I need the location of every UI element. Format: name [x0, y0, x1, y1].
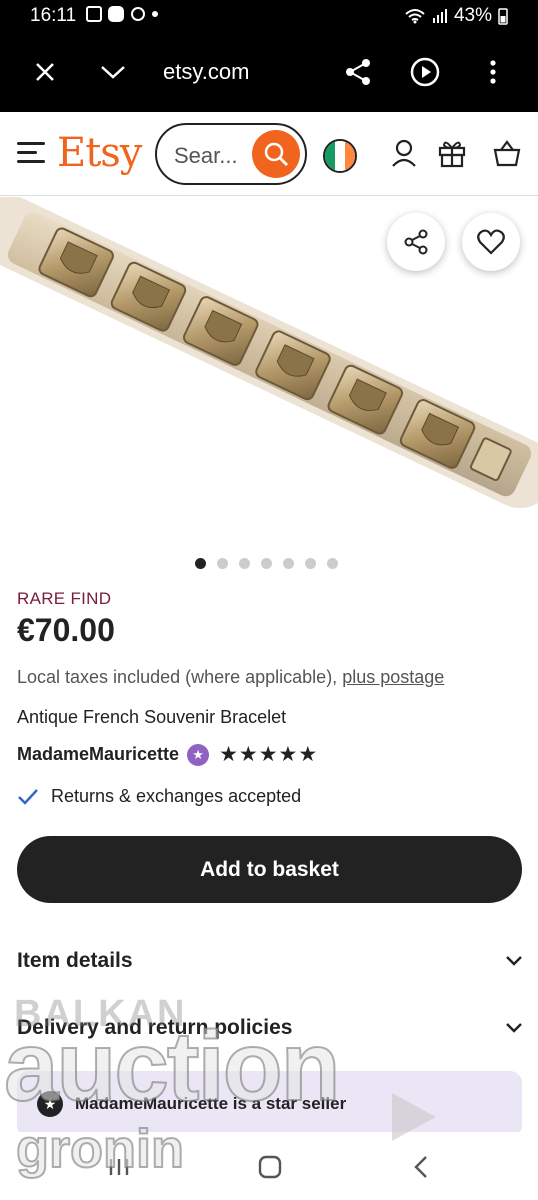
chevron-down-icon: [506, 956, 522, 966]
carousel-dot[interactable]: [283, 558, 294, 569]
product-image[interactable]: [0, 196, 538, 537]
delivery-label: Delivery and return policies: [17, 1016, 293, 1039]
search-placeholder: Sear...: [174, 143, 238, 168]
star-seller-badge-icon: ★: [37, 1091, 63, 1117]
carousel-dot[interactable]: [239, 558, 250, 569]
etsy-logo[interactable]: Etsy: [57, 130, 142, 176]
dot-icon: [152, 11, 158, 17]
star-seller-text: MadameMauricette is a star seller: [75, 1094, 347, 1113]
item-details-toggle[interactable]: Item details: [17, 941, 522, 981]
carousel-dot[interactable]: [195, 558, 206, 569]
menu-icon[interactable]: [17, 142, 45, 164]
add-to-basket-button[interactable]: Add to basket: [17, 836, 522, 903]
star-seller-banner[interactable]: ★ MadameMauricette is a star seller: [17, 1071, 522, 1132]
account-icon[interactable]: [388, 136, 420, 170]
favorite-button[interactable]: [462, 213, 520, 271]
listing-title: Antique French Souvenir Bracelet: [17, 707, 287, 727]
basket-icon[interactable]: [491, 136, 523, 170]
delivery-policies-toggle[interactable]: Delivery and return policies: [17, 1008, 522, 1048]
battery-icon: [498, 8, 508, 25]
page: Etsy Sear... RARE FIND €70.00 Local taxe…: [0, 112, 538, 1132]
close-icon[interactable]: [27, 54, 63, 90]
carousel-dot[interactable]: [305, 558, 316, 569]
etsy-header: Etsy Sear...: [0, 112, 538, 196]
share-button[interactable]: [387, 213, 445, 271]
url-text[interactable]: etsy.com: [163, 59, 249, 85]
item-details-label: Item details: [17, 949, 133, 972]
signal-icon: [432, 9, 447, 23]
search-icon: [264, 142, 288, 166]
android-nav-bar: [0, 1132, 538, 1200]
taxes-note: Local taxes included (where applicable),…: [17, 667, 444, 688]
image-icon: [86, 6, 102, 22]
app-icon: [131, 7, 145, 21]
chevron-down-icon: [506, 1023, 522, 1033]
battery-percent: 43%: [453, 5, 492, 26]
heart-icon: [477, 229, 505, 255]
ireland-flag-icon[interactable]: [323, 139, 357, 173]
wifi-icon: [405, 9, 425, 24]
returns-row: Returns & exchanges accepted: [17, 786, 301, 807]
postage-link[interactable]: plus postage: [342, 667, 444, 687]
share-icon: [404, 229, 428, 255]
recent-apps-icon[interactable]: [104, 1152, 134, 1182]
price: €70.00: [17, 612, 115, 648]
carousel-dot[interactable]: [217, 558, 228, 569]
play-icon[interactable]: [407, 54, 443, 90]
rating-stars[interactable]: ★★★★★: [219, 742, 318, 767]
share-icon[interactable]: [340, 54, 376, 90]
carousel-dot[interactable]: [261, 558, 272, 569]
check-icon: [18, 788, 38, 805]
youtube-icon: [108, 6, 124, 22]
taxes-text: Local taxes included (where applicable),: [17, 667, 338, 687]
notification-icons: [86, 6, 158, 22]
browser-toolbar: etsy.com: [0, 32, 538, 112]
more-icon[interactable]: [475, 54, 511, 90]
seller-row: MadameMauricette ★ ★★★★★: [17, 742, 318, 767]
chevron-down-icon[interactable]: [95, 54, 131, 90]
back-icon[interactable]: [406, 1152, 436, 1182]
system-icons: 43%: [404, 5, 508, 27]
returns-text: Returns & exchanges accepted: [51, 786, 302, 806]
search-input[interactable]: Sear...: [155, 123, 307, 185]
star-seller-icon: ★: [187, 743, 210, 766]
carousel-dots[interactable]: [195, 558, 338, 569]
home-icon[interactable]: [255, 1152, 285, 1182]
search-button[interactable]: [252, 130, 300, 178]
gift-icon[interactable]: [436, 136, 468, 170]
seller-name[interactable]: MadameMauricette: [17, 744, 179, 765]
carousel-dot[interactable]: [327, 558, 338, 569]
status-bar: 16:11 43%: [0, 0, 538, 32]
rare-find-badge: RARE FIND: [17, 589, 112, 608]
status-time: 16:11: [30, 5, 77, 26]
bracelet-image: [0, 196, 538, 508]
